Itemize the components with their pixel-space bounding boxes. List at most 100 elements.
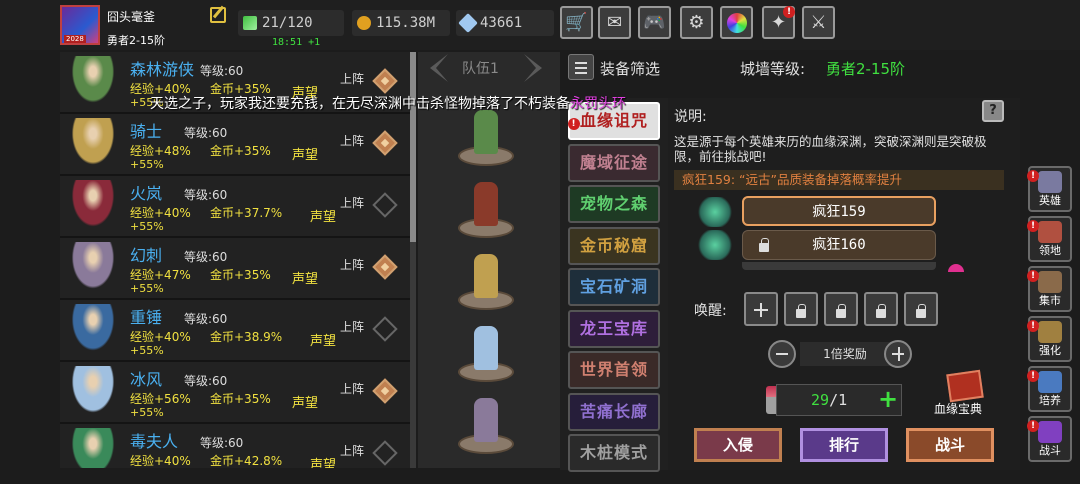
deploy-button[interactable]: 上阵 bbox=[340, 194, 364, 211]
dungeon-tab-label: 苦痛长廊 bbox=[579, 401, 648, 421]
ranking-button[interactable]: 排行 bbox=[800, 428, 888, 462]
hero-row[interactable]: 毒夫人 等级:60 经验+40% 金币+42.8% 声望 上阵 bbox=[60, 424, 410, 468]
scrollbar-thumb[interactable] bbox=[410, 52, 416, 242]
codex-book-icon[interactable] bbox=[946, 369, 984, 403]
hero-fame-bonus: +55% bbox=[130, 282, 164, 295]
side-menu-item[interactable]: ! 英雄 bbox=[1027, 166, 1072, 212]
help-icon[interactable]: ? bbox=[982, 100, 1004, 122]
alert-sword-button[interactable]: ✦! bbox=[762, 6, 795, 39]
stage-list-edge bbox=[742, 262, 936, 270]
settings-button[interactable]: ⚙ bbox=[680, 6, 713, 39]
crossed-swords-icon: ⚔ bbox=[810, 12, 827, 33]
hero-fame-label: 声望 bbox=[292, 148, 319, 163]
invade-button[interactable]: 入侵 bbox=[694, 428, 782, 462]
crossed-swords-button[interactable]: ⚔ bbox=[802, 6, 835, 39]
hero-list-scrollbar[interactable] bbox=[410, 52, 416, 468]
hero-name: 森林游侠 bbox=[130, 60, 195, 79]
awaken-locked-slot[interactable] bbox=[864, 292, 898, 326]
dungeon-tab-label: 金币秘窟 bbox=[579, 235, 648, 255]
side-menu-label: 强化 bbox=[1039, 344, 1061, 357]
hero-row[interactable]: 幻刺 等级:60 经验+47% 金币+35% 声望 +55% 上阵 bbox=[60, 238, 410, 298]
next-team-arrow-icon[interactable] bbox=[524, 54, 542, 82]
side-menu-item[interactable]: ! 强化 bbox=[1027, 316, 1072, 362]
awaken-locked-slot[interactable] bbox=[904, 292, 938, 326]
stage-item-locked[interactable]: 疯狂160 bbox=[742, 230, 936, 260]
deploy-button[interactable]: 上阵 bbox=[340, 380, 364, 397]
deploy-toggle-icon[interactable] bbox=[372, 68, 398, 94]
shop-button[interactable]: 🛒 bbox=[560, 6, 593, 39]
hero-list[interactable]: 森林游侠 等级:60 经验+40% 金币+35% 声望 +55% 上阵 骑士 等级:60 经验+4… bbox=[60, 52, 410, 468]
deploy-button[interactable]: 上阵 bbox=[340, 132, 364, 149]
player-avatar[interactable]: 2028 bbox=[60, 5, 100, 45]
dungeon-tab-label: 宝石矿洞 bbox=[579, 277, 648, 296]
deploy-toggle-icon[interactable] bbox=[372, 440, 398, 466]
hero-name: 火岚 bbox=[130, 184, 163, 203]
dungeon-tab[interactable]: 苦痛长廊 bbox=[568, 392, 660, 431]
awaken-locked-slot[interactable] bbox=[824, 292, 858, 326]
hero-sprite-icon bbox=[68, 366, 118, 418]
deploy-button[interactable]: 上阵 bbox=[340, 442, 364, 459]
hero-sprite-icon bbox=[68, 428, 118, 468]
side-menu-label: 领地 bbox=[1039, 244, 1061, 257]
awaken-add-slot[interactable] bbox=[744, 292, 778, 326]
hero-row[interactable]: 重锤 等级:60 经验+40% 金币+38.9% 声望 +55% 上阵 bbox=[60, 300, 410, 360]
side-menu-item[interactable]: ! 培养 bbox=[1027, 366, 1072, 412]
deploy-toggle-icon[interactable] bbox=[372, 192, 398, 218]
multiplier-increase-button[interactable] bbox=[884, 340, 912, 368]
battle-button[interactable]: 战斗 bbox=[906, 428, 994, 462]
side-menu-icon bbox=[1038, 271, 1062, 293]
add-attempts-button[interactable]: + bbox=[874, 384, 902, 416]
hero-name: 重锤 bbox=[130, 308, 163, 327]
mail-button[interactable]: ✉ bbox=[598, 6, 631, 39]
dungeon-tab[interactable]: 魔域征途 bbox=[568, 143, 660, 182]
dungeon-tab[interactable]: 宝石矿洞 bbox=[568, 268, 660, 306]
team-slot[interactable] bbox=[458, 110, 514, 166]
dungeon-tab[interactable]: 龙王宝库 bbox=[568, 309, 660, 348]
deploy-button[interactable]: 上阵 bbox=[340, 70, 364, 87]
dungeon-tab[interactable]: 世界首领 bbox=[568, 351, 660, 389]
announcement-text: 天选之子，玩家我还要充钱，在无尽深渊中击杀怪物掉落了不朽装备 bbox=[150, 96, 570, 112]
team-slot[interactable] bbox=[458, 326, 514, 382]
team-slot[interactable] bbox=[458, 398, 514, 454]
lock-icon bbox=[876, 304, 886, 318]
hero-row[interactable]: 骑士 等级:60 经验+48% 金币+35% 声望 +55% 上阵 bbox=[60, 114, 410, 174]
side-menu-badge: ! bbox=[1027, 320, 1039, 332]
color-wheel-button[interactable] bbox=[720, 6, 753, 39]
team-slot[interactable] bbox=[458, 182, 514, 238]
side-menu-item[interactable]: ! 战斗 bbox=[1027, 416, 1072, 462]
ranking-button-label: 排行 bbox=[828, 436, 859, 454]
hero-gold-bonus: 金币+35% bbox=[210, 144, 271, 158]
hero-level: 等级:60 bbox=[184, 374, 228, 388]
dungeon-tab[interactable]: 木桩模式 bbox=[568, 434, 660, 472]
hero-figure-icon bbox=[474, 254, 498, 298]
side-menu-item[interactable]: ! 集市 bbox=[1027, 266, 1072, 312]
edit-icon[interactable] bbox=[210, 7, 226, 23]
hero-row[interactable]: 冰风 等级:60 经验+56% 金币+35% 声望 +55% 上阵 bbox=[60, 362, 410, 422]
attempts-current: 29 bbox=[811, 391, 830, 409]
deploy-button[interactable]: 上阵 bbox=[340, 318, 364, 335]
awaken-locked-slot[interactable] bbox=[784, 292, 818, 326]
team-title: 队伍1 bbox=[462, 61, 499, 77]
gear-icon: ⚙ bbox=[688, 12, 705, 33]
gamepad-button[interactable]: 🎮 bbox=[638, 6, 671, 39]
codex-label[interactable]: 血缘宝典 bbox=[934, 400, 982, 417]
side-menu-item[interactable]: ! 领地 bbox=[1027, 216, 1072, 262]
deploy-toggle-icon[interactable] bbox=[372, 316, 398, 342]
deploy-button[interactable]: 上阵 bbox=[340, 256, 364, 273]
hero-level: 等级:60 bbox=[184, 188, 228, 202]
deploy-toggle-icon[interactable] bbox=[372, 130, 398, 156]
multiplier-decrease-button[interactable] bbox=[768, 340, 796, 368]
awaken-label: 唤醒: bbox=[694, 303, 727, 319]
team-slot[interactable] bbox=[458, 254, 514, 310]
equipment-filter-button[interactable] bbox=[568, 54, 594, 80]
deploy-toggle-icon[interactable] bbox=[372, 378, 398, 404]
prev-team-arrow-icon[interactable] bbox=[430, 54, 448, 82]
dungeon-tab[interactable]: 金币秘窟 bbox=[568, 226, 660, 265]
stage-item[interactable]: 疯狂159 bbox=[742, 196, 936, 226]
dungeon-tab[interactable]: 宠物之森 bbox=[568, 185, 660, 223]
hero-gold-bonus: 金币+38.9% bbox=[210, 330, 283, 344]
hero-row[interactable]: 火岚 等级:60 经验+40% 金币+37.7% 声望 +55% 上阵 bbox=[60, 176, 410, 236]
dungeon-tab-label: 宠物之森 bbox=[579, 194, 648, 213]
equipment-filter-label[interactable]: 装备筛选 bbox=[600, 58, 660, 79]
deploy-toggle-icon[interactable] bbox=[372, 254, 398, 280]
